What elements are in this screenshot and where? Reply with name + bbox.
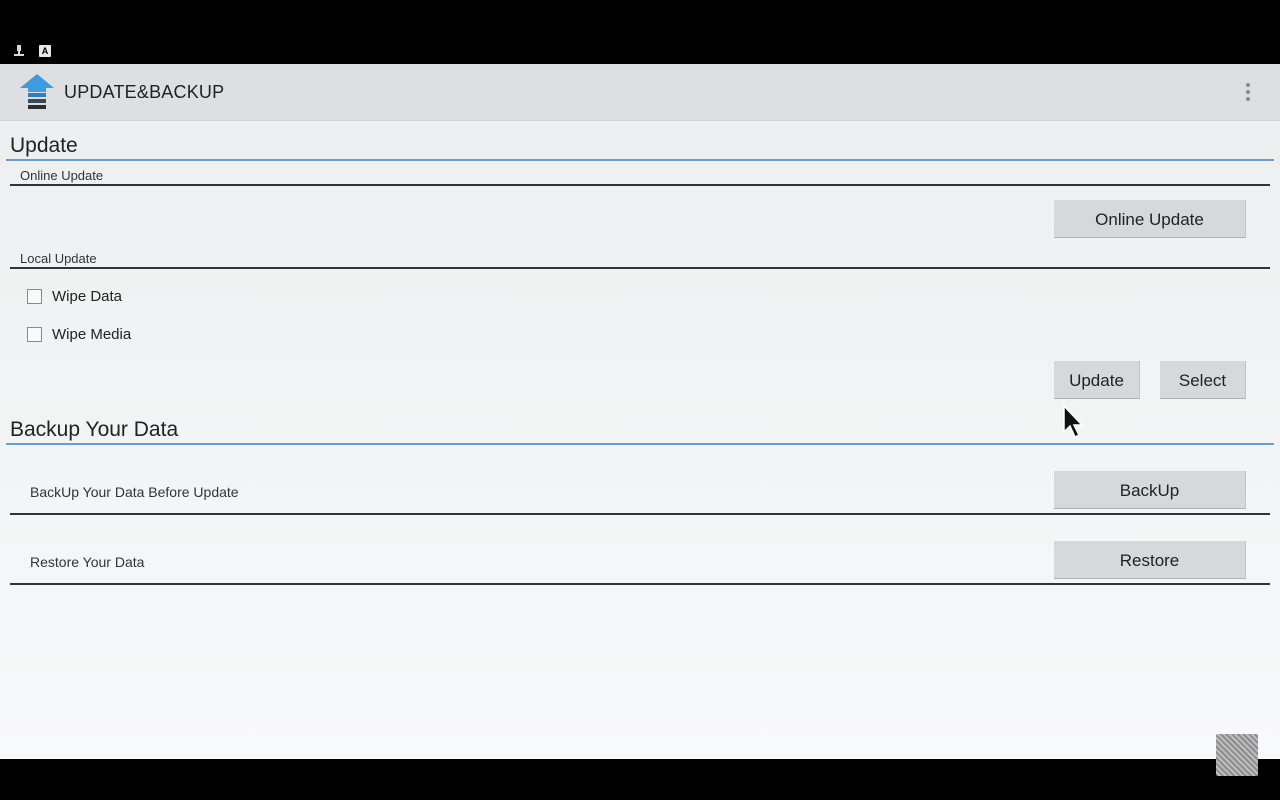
usb-debug-icon	[14, 45, 24, 56]
status-bar: A	[0, 40, 1280, 64]
app-window: UPDATE&BACKUP Update Online Update Onlin…	[0, 64, 1280, 759]
restore-button[interactable]: Restore	[1054, 541, 1246, 579]
wipe-data-label: Wipe Data	[52, 288, 123, 305]
action-bar: UPDATE&BACKUP	[0, 64, 1280, 121]
wipe-media-label: Wipe Media	[52, 326, 132, 343]
letterbox-bottom	[0, 759, 1280, 800]
app-title: UPDATE&BACKUP	[64, 82, 225, 102]
backup-row-divider	[10, 513, 1270, 515]
watermark-logo	[1216, 734, 1258, 776]
online-update-divider	[10, 184, 1270, 186]
update-backup-app-icon	[20, 74, 54, 109]
local-update-label: Local Update	[20, 251, 97, 266]
update-section-divider	[6, 159, 1274, 161]
letterbox-top	[0, 0, 1280, 40]
mouse-cursor-icon	[1063, 404, 1084, 439]
restore-row-divider	[10, 583, 1270, 585]
update-button[interactable]: Update	[1054, 361, 1140, 399]
wipe-media-checkbox-box[interactable]	[27, 327, 42, 342]
select-button[interactable]: Select	[1160, 361, 1246, 399]
keyboard-icon: A	[39, 45, 51, 57]
online-update-button[interactable]: Online Update	[1054, 200, 1246, 238]
local-update-divider	[10, 267, 1270, 269]
backup-row-label: BackUp Your Data Before Update	[30, 484, 239, 500]
backup-section-title: Backup Your Data	[10, 418, 179, 441]
overflow-menu-icon[interactable]	[1236, 80, 1260, 104]
wipe-data-checkbox-box[interactable]	[27, 289, 42, 304]
restore-row-label: Restore Your Data	[30, 554, 145, 570]
update-section-title: Update	[10, 134, 78, 157]
backup-button[interactable]: BackUp	[1054, 471, 1246, 509]
backup-section-divider	[6, 443, 1274, 445]
online-update-label: Online Update	[20, 168, 104, 183]
